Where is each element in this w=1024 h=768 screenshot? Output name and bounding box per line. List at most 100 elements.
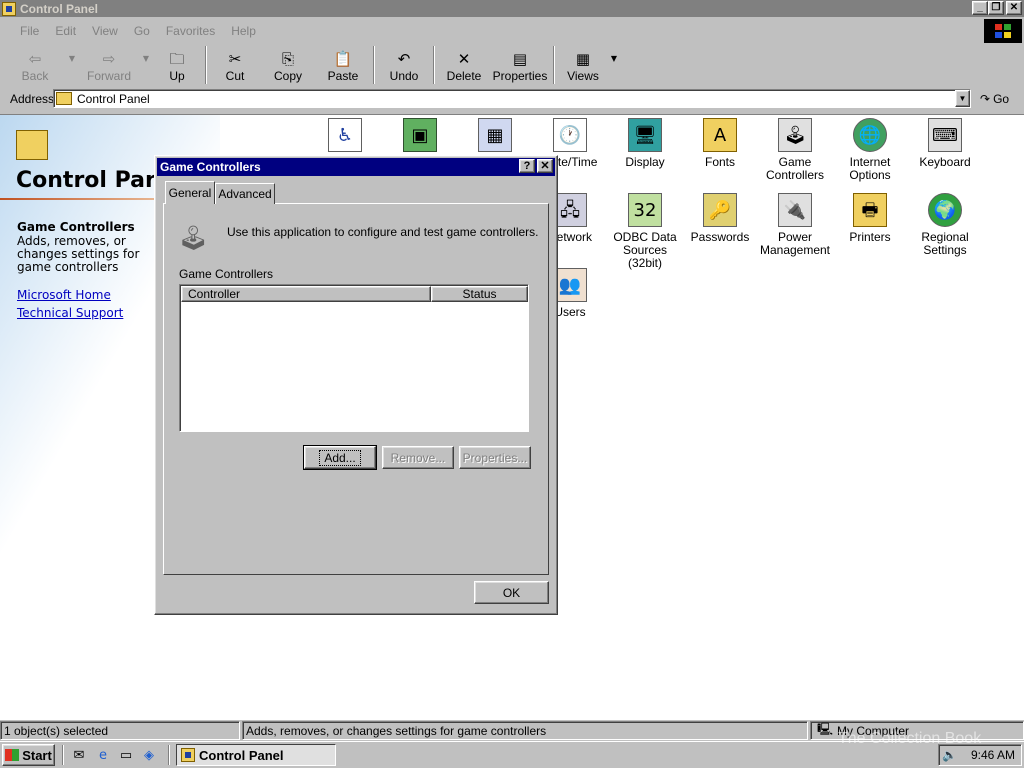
properties-dialog-button[interactable]: Properties...	[459, 446, 531, 469]
close-button[interactable]: ✕	[1006, 1, 1022, 15]
close-icon: ✕	[540, 160, 550, 172]
add-button[interactable]: Add...	[303, 445, 377, 470]
properties-button[interactable]: ▤ Properties	[490, 44, 550, 86]
menu-bar: File Edit View Go Favorites Help	[0, 20, 1024, 42]
quicklaunch-separator	[62, 745, 64, 765]
channels-icon[interactable]: ◈	[140, 746, 158, 764]
dropdown-arrow-icon: ▼	[958, 94, 967, 103]
display-item[interactable]: 🖥 Display	[609, 118, 681, 169]
control-panel-small-icon	[56, 92, 72, 105]
views-button[interactable]: ▦ Views	[558, 44, 608, 86]
internet-options-item[interactable]: 🌐 Internet Options	[834, 118, 906, 182]
window-titlebar[interactable]: Control Panel	[0, 0, 1024, 17]
restore-button[interactable]: ❐	[988, 1, 1004, 15]
column-header-status[interactable]: Status	[431, 286, 528, 302]
monitor-icon: 🖥	[628, 118, 662, 152]
forward-dropdown[interactable]: ▼	[140, 44, 152, 86]
menu-file[interactable]: File	[20, 24, 39, 38]
menu-view[interactable]: View	[92, 24, 118, 38]
menu-favorites[interactable]: Favorites	[166, 24, 215, 38]
toolbar-separator	[373, 46, 375, 84]
users-icon: 👥	[553, 268, 587, 302]
dialog-intro-text: Use this application to configure and te…	[227, 225, 539, 239]
selected-item-name: Game Controllers	[17, 220, 135, 234]
tab-advanced[interactable]: Advanced	[215, 183, 275, 204]
database-icon: 32	[628, 193, 662, 227]
technical-support-link[interactable]: Technical Support	[17, 306, 123, 320]
internet-explorer-icon[interactable]: e	[94, 746, 112, 764]
go-arrow-icon: ↷	[980, 92, 991, 106]
undo-icon: ↶	[397, 50, 411, 68]
power-management-item[interactable]: 🔌 Power Management	[759, 193, 831, 257]
controllers-group-label: Game Controllers	[179, 267, 274, 281]
quicklaunch-separator	[168, 745, 170, 765]
fonts-item[interactable]: A Fonts	[684, 118, 756, 169]
start-button[interactable]: Start	[2, 744, 55, 766]
go-button[interactable]: ↷ Go	[980, 90, 1020, 108]
toolbar-separator	[553, 46, 555, 84]
copy-icon: ⎘	[281, 50, 294, 68]
minimize-button[interactable]: _	[972, 1, 988, 15]
globe-icon: 🌍	[928, 193, 962, 227]
show-desktop-icon[interactable]: ▭	[117, 746, 135, 764]
accessibility-icon: ♿	[328, 118, 362, 152]
address-label: Address	[10, 92, 55, 106]
properties-icon: ▤	[512, 50, 528, 68]
taskbar-control-panel-button[interactable]: Control Panel	[176, 744, 336, 766]
add-remove-programs-item[interactable]: ▣	[384, 118, 456, 156]
up-button[interactable]: 🗀 Up	[152, 44, 202, 86]
controllers-list[interactable]	[179, 284, 529, 432]
menu-edit[interactable]: Edit	[55, 24, 76, 38]
accessibility-item[interactable]: ♿	[309, 118, 381, 156]
window-title: Control Panel	[20, 1, 99, 16]
dialog-titlebar[interactable]: Game Controllers	[157, 158, 555, 176]
dialog-close-button[interactable]: ✕	[537, 159, 553, 173]
ok-button[interactable]: OK	[474, 581, 549, 604]
clock[interactable]: 9:46 AM	[971, 748, 1015, 762]
game-controllers-item[interactable]: 🕹 Game Controllers	[759, 118, 831, 182]
globe-icon: 🌐	[853, 118, 887, 152]
cut-button[interactable]: ✂ Cut	[210, 44, 260, 86]
volume-icon[interactable]: 🔈	[942, 748, 957, 762]
undo-button[interactable]: ↶ Undo	[378, 44, 430, 86]
views-dropdown[interactable]: ▼	[608, 44, 620, 86]
address-dropdown-button[interactable]: ▼	[955, 90, 970, 107]
add-remove-programs-icon: ▣	[403, 118, 437, 152]
outlook-express-icon[interactable]: ✉	[70, 746, 88, 764]
forward-button[interactable]: ⇨ Forward	[78, 44, 140, 86]
status-description: Adds, removes, or changes settings for g…	[242, 721, 808, 740]
printers-item[interactable]: 🖶 Printers	[834, 193, 906, 244]
add-new-hardware-item[interactable]: ▦	[459, 118, 531, 156]
windows-flag-icon	[5, 749, 20, 761]
column-header-controller[interactable]: Controller	[181, 286, 431, 302]
tab-general[interactable]: General	[165, 181, 215, 204]
menu-go[interactable]: Go	[134, 24, 150, 38]
back-dropdown[interactable]: ▼	[66, 44, 78, 86]
printer-folder-icon: 🖶	[853, 193, 887, 227]
power-plug-icon: 🔌	[778, 193, 812, 227]
dropdown-arrow-icon: ▼	[68, 54, 76, 63]
menu-help[interactable]: Help	[231, 24, 256, 38]
passwords-item[interactable]: 🔑 Passwords	[684, 193, 756, 244]
control-panel-large-icon	[16, 130, 48, 160]
regional-settings-item[interactable]: 🌍 Regional Settings	[909, 193, 981, 257]
paste-button[interactable]: 📋 Paste	[316, 44, 370, 86]
dropdown-arrow-icon: ▼	[142, 54, 150, 63]
remove-button[interactable]: Remove...	[382, 446, 454, 469]
odbc-item[interactable]: 32 ODBC Data Sources (32bit)	[609, 193, 681, 270]
network-icon: 🖧	[553, 193, 587, 227]
toolbar-separator	[433, 46, 435, 84]
watermark: The Collection Book	[838, 730, 982, 747]
back-button[interactable]: ⇦ Back	[4, 44, 66, 86]
copy-button[interactable]: ⎘ Copy	[260, 44, 316, 86]
joystick-icon: 🕹	[778, 118, 812, 152]
delete-button[interactable]: ✕ Delete	[438, 44, 490, 86]
dialog-help-button[interactable]: ?	[519, 159, 535, 173]
microsoft-home-link[interactable]: Microsoft Home	[17, 288, 111, 302]
question-icon: ?	[523, 160, 531, 172]
computer-icon: 🖳	[817, 722, 834, 736]
keyboard-item[interactable]: ⌨ Keyboard	[909, 118, 981, 169]
address-input[interactable]: Control Panel	[53, 89, 971, 108]
joystick-icon: 🕹	[178, 224, 209, 252]
control-panel-icon	[2, 1, 16, 16]
